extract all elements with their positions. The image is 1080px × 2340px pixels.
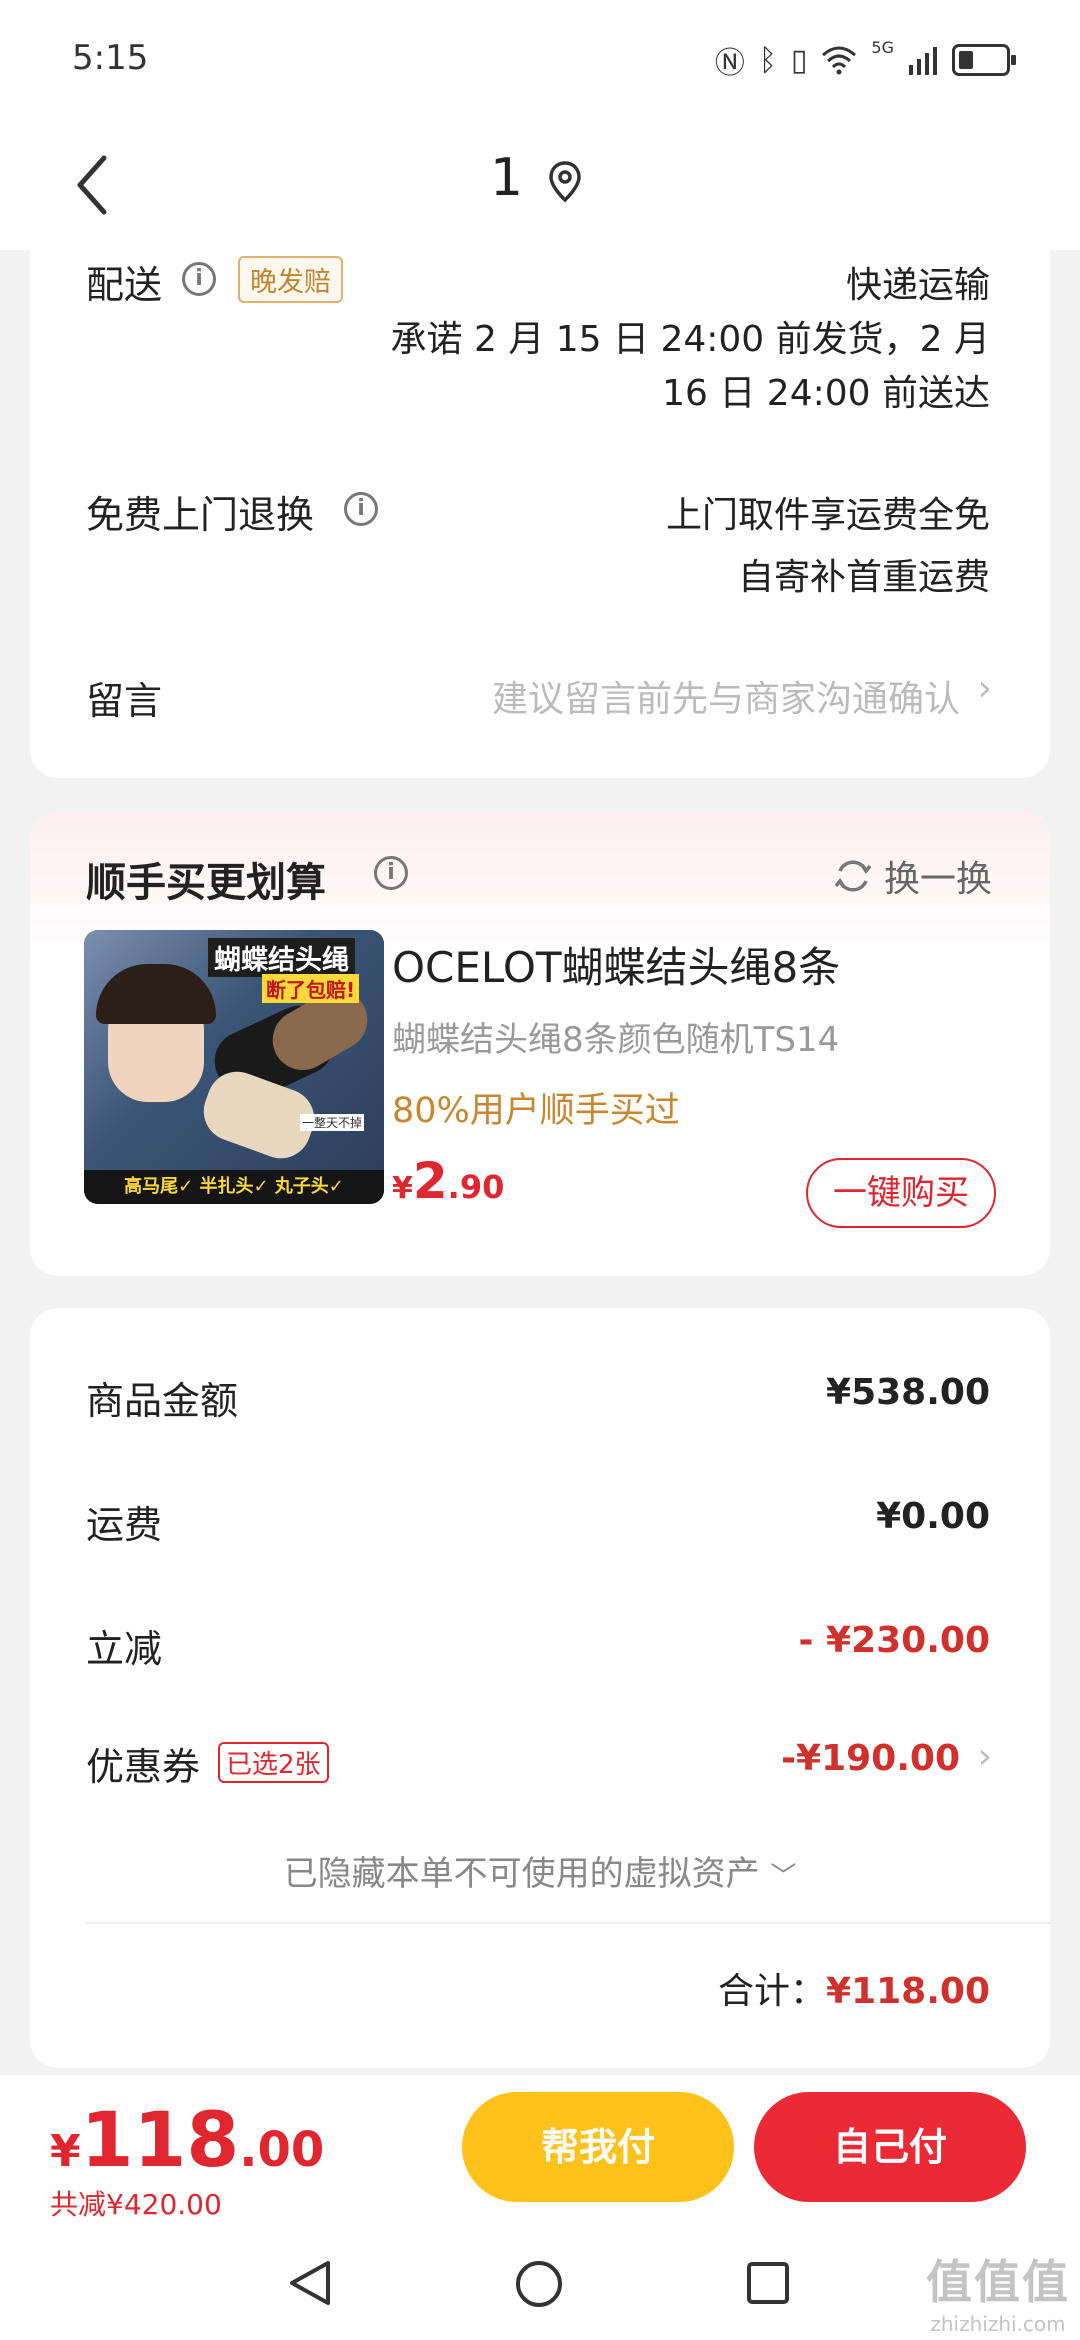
instant-discount-value: - ¥230.00 [798,1620,990,1661]
late-compensation-badge: 晚发赔 [238,256,343,303]
divider [86,1922,1050,1924]
watermark-url: zhizhizhi.com [930,2312,1066,2336]
vibrate-icon: ▯ [790,42,808,78]
status-icons: Ⓝ ᛒ ▯ 5G [714,38,1016,82]
watermark-logo: 值值值 [926,2255,1070,2309]
recommend-info-icon[interactable]: i [374,856,408,890]
product-price-int: 2 [412,1152,448,1210]
nfc-icon: Ⓝ [714,46,745,81]
hidden-assets-label: 已隐藏本单不可使用的虚拟资产 [283,1854,760,1894]
image-title: 蝴蝶结头绳 [208,938,355,977]
coupon-selected-badge: 已选2张 [218,1742,329,1783]
price-summary-card: 商品金额 ¥538.00 运费 ¥0.00 立减 - ¥230.00 优惠券 已… [30,1308,1050,2068]
nav-home-circle-icon[interactable] [514,2259,564,2309]
delivery-info-icon[interactable]: i [182,262,216,296]
total-label: 合计： [718,1971,827,2012]
message-label: 留言 [86,679,163,723]
pay-total-currency: ¥ [50,2126,81,2177]
coupon-value: -¥190.00 [781,1738,960,1779]
image-tag: 断了包赔! [262,974,360,1003]
one-click-buy-button[interactable]: 一键购买 [806,1158,996,1228]
pay-total-dec: .00 [239,2122,325,2178]
delivery-label: 配送 [86,263,163,307]
recommend-card: 顺手买更划算 i 换一换 蝴蝶结头绳 断了包赔! 一整天不掉 高马尾✓ 半扎头✓… [30,812,1050,1276]
pay-total: ¥118.00 [50,2095,324,2184]
product-price-dec: .90 [447,1168,505,1206]
hidden-assets-toggle[interactable]: 已隐藏本单不可使用的虚拟资产 ﹀ [30,1846,1050,1895]
location-pin-icon[interactable] [548,160,582,208]
image-bottom-strip: 高马尾✓ 半扎头✓ 丸子头✓ [84,1170,384,1204]
product-subtitle: 蝴蝶结头绳8条颜色随机TS14 [392,1020,840,1060]
status-time: 5:15 [72,38,149,78]
product-price: ¥2.90 [392,1152,504,1210]
refresh-button[interactable]: 换一换 [834,850,992,902]
product-image[interactable]: 蝴蝶结头绳 断了包赔! 一整天不掉 高马尾✓ 半扎头✓ 丸子头✓ [84,930,384,1204]
product-bought-percent: 80%用户顺手买过 [392,1091,680,1131]
signal-icon [909,47,937,75]
help-pay-button[interactable]: 帮我付 [462,2092,734,2202]
coupon-label: 优惠券 [86,1745,201,1789]
message-row[interactable]: 留言 建议留言前先与商家沟通确认 › [30,650,1050,740]
system-nav-bar [0,2225,1080,2340]
back-arrow-icon [77,155,107,215]
shipping-label: 运费 [86,1503,163,1547]
delivery-promise-line2: 16 日 24:00 前送达 [662,373,990,414]
delivery-promise-line1: 承诺 2 月 15 日 24:00 前发货，2 月 [390,319,990,360]
instant-discount-label: 立减 [86,1627,163,1671]
battery-icon [952,44,1016,76]
total-saved: 共减¥420.00 [50,2188,222,2221]
chevron-right-icon: › [977,668,992,709]
free-return-line1: 上门取件享运费全免 [665,495,990,536]
nav-back-triangle-icon[interactable] [288,2259,332,2307]
goods-amount-value: ¥538.00 [826,1372,990,1413]
bluetooth-icon: ᛒ [758,42,777,78]
product-name[interactable]: OCELOT蝴蝶结头绳8条 [392,934,840,995]
coupon-row[interactable]: 优惠券 已选2张 -¥190.00 › [30,1722,1050,1812]
nav-recents-square-icon[interactable] [746,2261,790,2305]
status-bar: 5:15 Ⓝ ᛒ ▯ 5G [0,0,1080,120]
free-return-line2: 自寄补首重运费 [737,557,990,598]
back-button[interactable] [56,145,126,225]
order-total: 合计：¥118.00 [718,1962,990,2014]
pay-bar: ¥118.00 共减¥420.00 帮我付 自己付 [0,2075,1080,2225]
product-price-currency: ¥ [392,1171,413,1206]
chevron-right-icon: › [977,1736,992,1777]
free-return-info-icon[interactable]: i [344,492,378,526]
nav-bar: 1 [0,120,1080,250]
pay-total-int: 118 [80,2095,240,2184]
page-title: 1 [490,148,524,208]
total-value: ¥118.00 [826,1971,990,2012]
free-return-label: 免费上门退换 [86,493,315,537]
goods-amount-label: 商品金额 [86,1379,239,1423]
refresh-icon [834,860,872,892]
refresh-label: 换一换 [883,859,992,900]
self-pay-button[interactable]: 自己付 [754,2092,1026,2202]
chevron-down-icon: ﹀ [770,1862,797,1892]
message-placeholder: 建议留言前先与商家沟通确认 [491,679,960,720]
order-options-card: 配送 i 晚发赔 快递运输 承诺 2 月 15 日 24:00 前发货，2 月 … [30,250,1050,778]
wifi-icon [822,46,857,75]
network-type: 5G [871,38,894,57]
shipping-value: ¥0.00 [876,1496,990,1537]
watermark: 值值值 zhizhizhi.com [926,2246,1070,2336]
recommend-title: 顺手买更划算 [86,860,326,906]
image-small-tag: 一整天不掉 [300,1114,365,1131]
delivery-method: 快递运输 [845,265,990,306]
